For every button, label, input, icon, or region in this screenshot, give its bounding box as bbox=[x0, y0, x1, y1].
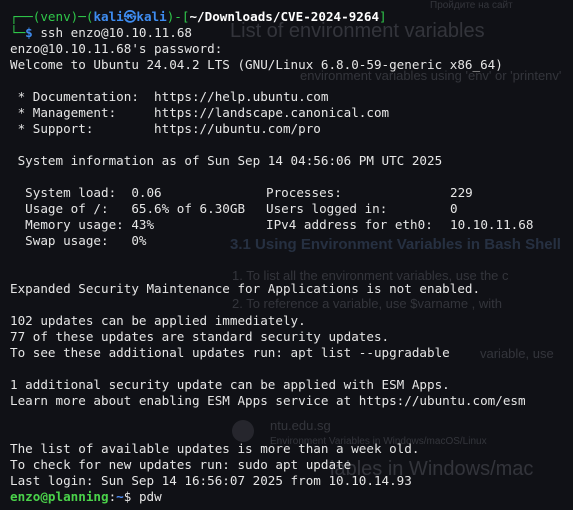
ssh-command: ssh enzo@10.10.11.68 bbox=[32, 25, 192, 40]
stale-updates-line: The list of available updates is more th… bbox=[10, 441, 420, 456]
prompt-dollar: $ bbox=[25, 25, 33, 40]
documentation-line: * Documentation: https://help.ubuntu.com bbox=[10, 89, 329, 104]
sysinfo-row: System load: 0.06 Processes: 229 bbox=[10, 185, 473, 200]
typed-command: pdw bbox=[131, 489, 162, 504]
terminal-output: ┌──(venv)─(kali㉿kali)-[~/Downloads/CVE-2… bbox=[10, 9, 573, 505]
sysinfo-row: Memory usage: 43% IPv4 address for eth0: 1… bbox=[10, 217, 534, 232]
support-line: * Support: https://ubuntu.com/pro bbox=[10, 121, 321, 136]
terminal-window[interactable]: Пройдите на сайт List of environment var… bbox=[0, 0, 573, 510]
esm-line: Learn more about enabling ESM Apps servi… bbox=[10, 393, 526, 408]
password-prompt: enzo@10.10.11.68's password: bbox=[10, 41, 223, 56]
sysinfo-header: System information as of Sun Sep 14 04:5… bbox=[10, 153, 443, 168]
esm-line: 1 additional security update can be appl… bbox=[10, 377, 450, 392]
remote-user-host: enzo@planning bbox=[10, 489, 109, 504]
command-line: └─$ ssh enzo@10.10.11.68 bbox=[10, 25, 192, 40]
sysinfo-row: Usage of /: 65.6% of 6.30GB Users logged … bbox=[10, 201, 458, 216]
prompt-cwd: ~/Downloads/CVE-2024-9264 bbox=[189, 9, 380, 24]
remote-prompt-line[interactable]: enzo@planning:~$ pdw bbox=[10, 489, 573, 505]
updates-line: 102 updates can be applied immediately. bbox=[10, 313, 306, 328]
prompt-user-host: kali㉿kali bbox=[93, 9, 167, 24]
welcome-line: Welcome to Ubuntu 24.04.2 LTS (GNU/Linux… bbox=[10, 57, 503, 72]
sysinfo-row: Swap usage: 0% bbox=[10, 233, 147, 248]
last-login-line: Last login: Sun Sep 14 16:56:07 2025 fro… bbox=[10, 473, 412, 488]
remote-path: ~ bbox=[116, 489, 124, 504]
stale-updates-line: To check for new updates run: sudo apt u… bbox=[10, 457, 352, 472]
esm-disabled-line: Expanded Security Maintenance for Applic… bbox=[10, 281, 481, 296]
management-line: * Management: https://landscape.canonica… bbox=[10, 105, 390, 120]
prompt-header: ┌──(venv)─(kali㉿kali)-[~/Downloads/CVE-2… bbox=[10, 9, 387, 24]
updates-line: To see these additional updates run: apt… bbox=[10, 345, 450, 360]
updates-line: 77 of these updates are standard securit… bbox=[10, 329, 390, 344]
